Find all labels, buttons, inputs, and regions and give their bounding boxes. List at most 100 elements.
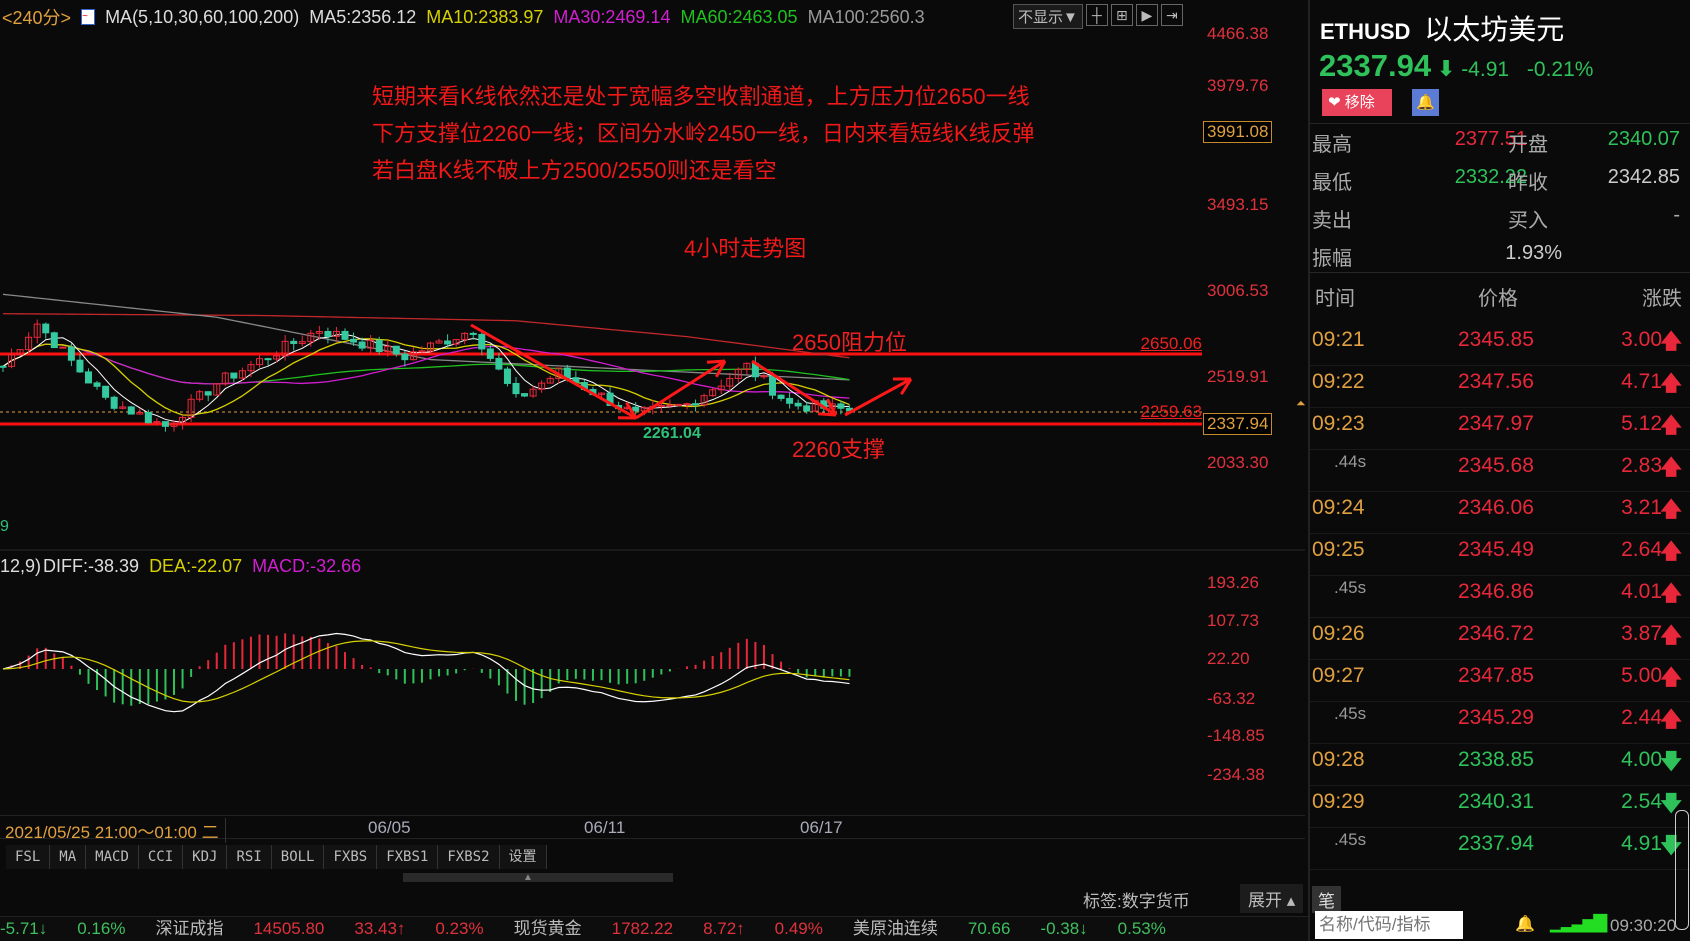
expand-up-icon[interactable]: ▲: [523, 872, 533, 883]
tick-price: 2345.68: [1458, 454, 1534, 477]
candle: [93, 382, 101, 387]
tick-time: 09:29: [1312, 790, 1365, 813]
candle: [375, 339, 383, 353]
macd-diff: DIFF:-38.39: [43, 556, 140, 576]
indicator-tab[interactable]: MACD: [86, 845, 139, 869]
indicator-tab[interactable]: FXBS2: [438, 845, 500, 869]
macd-axis-label: 22.20: [1207, 649, 1250, 668]
macd-dea: DEA:-22.07: [149, 556, 243, 576]
candle: [401, 353, 409, 361]
quote-panel: ETHUSD 以太坊美元 2337.94 ⬇ -4.91 -0.21% ❤ 移除…: [1308, 0, 1690, 941]
candle: [0, 365, 7, 368]
candle: [50, 332, 58, 349]
search-input[interactable]: [1315, 911, 1463, 939]
stat-label: 昨收: [1508, 172, 1548, 194]
candle: [769, 375, 776, 396]
candle: [563, 367, 571, 379]
tick-row: 09:23 2347.97 5.12 🡅: [1310, 408, 1690, 450]
current-price-tag: 2337.94: [1203, 413, 1273, 435]
stat-label: 最高: [1312, 134, 1352, 156]
indicator-tab[interactable]: FXBS: [324, 845, 378, 869]
stat-value: -: [1673, 204, 1680, 226]
tick-time: 09:28: [1312, 748, 1365, 771]
indicator-tab[interactable]: MA: [50, 845, 87, 869]
col-time: 时间: [1315, 288, 1355, 310]
candle: [204, 391, 212, 396]
expand-button[interactable]: 展开 ▴: [1240, 884, 1304, 913]
candle: [418, 350, 426, 353]
candle: [794, 402, 802, 407]
tick-change: 2.44: [1621, 706, 1662, 729]
stat-value: 2340.07: [1607, 128, 1680, 150]
candle: [512, 382, 520, 395]
candle: [486, 348, 494, 359]
last-price: 2337.94: [1319, 48, 1432, 83]
symbol: ETHUSD: [1320, 19, 1411, 44]
ticker-item: 0.23%: [435, 919, 484, 938]
tick-row: 09:25 2345.49 2.64 🡅: [1310, 534, 1690, 576]
price-change-pct: -0.21%: [1526, 58, 1594, 81]
stat-label: 振幅: [1312, 248, 1352, 270]
tick-row: 09:24 2346.06 3.21 🡅: [1310, 492, 1690, 534]
indicator-tab[interactable]: 设置: [499, 845, 547, 869]
ma10-line: [2, 338, 850, 416]
signal-icon: ▁▂▃▅▇: [1550, 912, 1607, 932]
tick-time: .45s: [1334, 704, 1367, 723]
ticker-item: 0.16%: [77, 919, 126, 938]
tick-time: 09:24: [1312, 496, 1365, 519]
tick-change: 5.00: [1621, 664, 1662, 687]
tag-label: 标签:数字货币: [1083, 892, 1190, 911]
tick-time: 09:25: [1312, 538, 1365, 561]
tick-price: 2337.94: [1458, 832, 1534, 855]
candle: [59, 346, 67, 349]
indicator-tab[interactable]: FSL: [6, 845, 51, 869]
tab-pen[interactable]: 笔: [1312, 886, 1341, 913]
stat-label: 卖出: [1312, 210, 1352, 232]
macd-axis-label: -234.38: [1207, 765, 1265, 784]
stat-label: 买入: [1508, 210, 1548, 232]
candle: [161, 421, 169, 427]
candle: [144, 412, 152, 424]
indicator-tab[interactable]: RSI: [227, 845, 272, 869]
tick-price: 2347.85: [1458, 664, 1534, 687]
indicator-tab[interactable]: CCI: [138, 845, 184, 869]
price-axis-label: 3979.76: [1207, 76, 1269, 95]
candle: [503, 368, 511, 384]
horizontal-scrollbar[interactable]: ▲: [403, 872, 673, 883]
tick-row: 09:29 2340.31 2.54 🡇: [1310, 786, 1690, 828]
scroll-top-icon[interactable]: ⏶: [1296, 396, 1306, 411]
ticker-item: 美原油连续: [852, 919, 938, 938]
indicator-tab[interactable]: BOLL: [271, 845, 325, 869]
macd-params: 12,9): [0, 556, 42, 576]
date-axis: 2021/05/25 21:00～01:00 二 06/05 06/11 06/…: [0, 815, 1305, 843]
indicator-tab[interactable]: KDJ: [183, 845, 228, 869]
ticker-item: 8.72↑: [703, 919, 745, 938]
stat-label: 最低: [1312, 172, 1352, 194]
vertical-scrollbar[interactable]: [1675, 810, 1689, 930]
tick-time: 09:22: [1312, 370, 1365, 393]
indicator-tab[interactable]: FXBS1: [377, 845, 439, 869]
arrow-up-icon: 🡅: [1660, 498, 1682, 521]
bell-alert-button[interactable]: 🔔: [1412, 89, 1439, 116]
remove-watchlist-button[interactable]: ❤ 移除: [1322, 89, 1392, 116]
bell-icon[interactable]: 🔔: [1515, 914, 1535, 934]
date-cursor: 2021/05/25 21:00～01:00 二: [5, 818, 226, 843]
ticker-item: -0.38↓: [1040, 919, 1088, 938]
resistance-text: 2650阻力位: [792, 330, 907, 355]
ma200-line: [2, 313, 850, 359]
col-change: 涨跌: [1642, 288, 1682, 310]
trend-arrow: [751, 359, 837, 417]
candle: [803, 405, 811, 412]
ticker-item: 33.43↑: [354, 919, 406, 938]
macd-axis-label: -63.32: [1207, 689, 1256, 708]
tick-price: 2338.85: [1458, 748, 1534, 771]
tick-change: 4.01: [1621, 580, 1662, 603]
candle: [837, 403, 845, 409]
price-axis-label: 3493.15: [1207, 195, 1269, 214]
candle: [127, 406, 135, 415]
tick-price: 2340.31: [1458, 790, 1534, 813]
candle: [786, 397, 794, 404]
candle: [521, 393, 529, 397]
candle: [692, 403, 700, 406]
market-ticker: -5.71↓ 0.16% 深证成指 14505.80 33.43↑ 0.23% 现货黄金 17…: [0, 916, 1308, 941]
